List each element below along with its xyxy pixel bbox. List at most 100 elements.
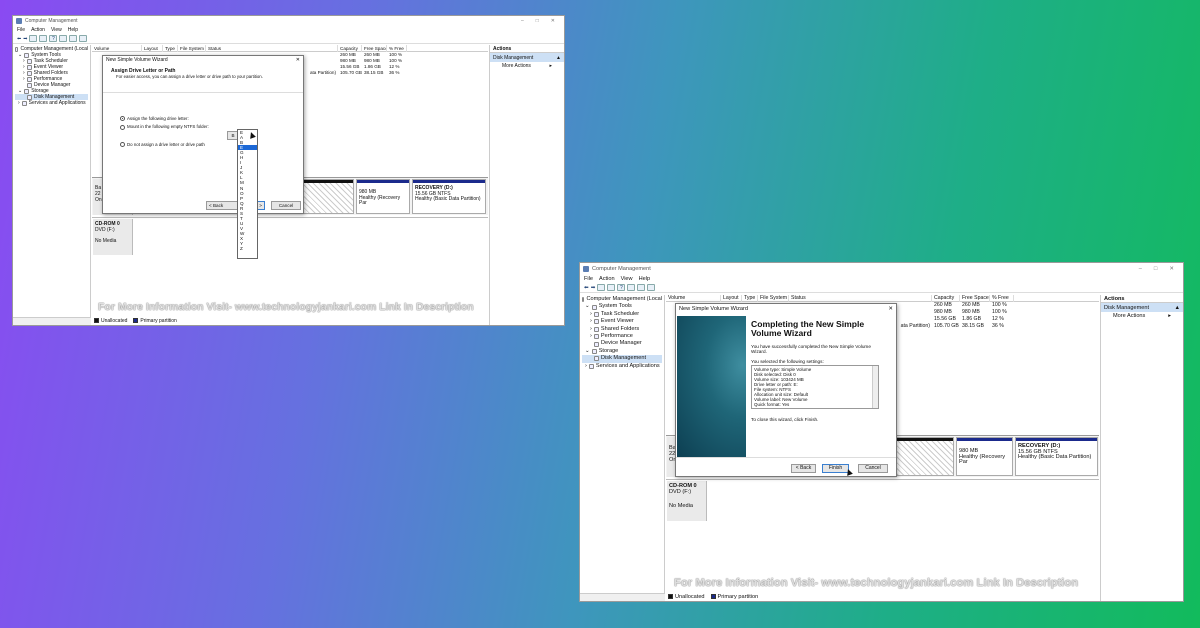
close-button[interactable]: ✕ — [551, 18, 555, 24]
menu-file[interactable]: File — [584, 276, 593, 282]
recovery-partition[interactable]: 980 MB Healthy (Recovery Par — [356, 179, 410, 214]
window-title: Computer Management — [25, 18, 78, 24]
list-view-icon[interactable] — [647, 284, 656, 291]
radio-assign-letter[interactable] — [120, 116, 125, 122]
action-disk-management[interactable]: Disk Management ▲ — [1101, 303, 1183, 312]
chevron-right-icon: › — [23, 76, 25, 82]
computer-management-window-1: Computer Management – □ ✕ File Action Vi… — [12, 15, 565, 326]
cdrom-label[interactable]: CD-ROM 0 DVD (F:) No Media — [667, 481, 707, 521]
up-folder-icon[interactable] — [29, 35, 38, 42]
col-type[interactable]: Type — [742, 294, 758, 302]
forward-arrow-icon[interactable]: ➡ — [591, 285, 596, 291]
menu-view[interactable]: View — [51, 27, 62, 33]
primary-partition-swatch — [710, 594, 716, 600]
maximize-button[interactable]: □ — [536, 18, 539, 24]
window-title: Computer Management — [592, 265, 651, 272]
dialog-close-icon[interactable]: ✕ — [296, 56, 300, 65]
col-status[interactable]: Status — [789, 294, 932, 302]
tree-item-services-and-applications[interactable]: › Services and Applications — [582, 363, 662, 370]
menu-action[interactable]: Action — [599, 276, 615, 282]
menu-action[interactable]: Action — [31, 27, 45, 33]
tree-item-system-tools[interactable]: ⌄ System Tools — [582, 303, 662, 310]
list-view-icon[interactable] — [79, 35, 88, 42]
maximize-button[interactable]: □ — [1154, 266, 1157, 272]
cdrom-label[interactable]: CD-ROM 0 DVD (F:) No Media — [93, 219, 133, 255]
col-free-space[interactable]: Free Space — [362, 44, 387, 52]
settings-summary-box[interactable]: Volume type: Simple Volume Disk selected… — [751, 364, 879, 409]
back-button[interactable]: < Back — [791, 464, 816, 473]
menu-help[interactable]: Help — [68, 27, 78, 33]
col-file-system[interactable]: File System — [758, 294, 789, 302]
tree-horizontal-scrollbar[interactable] — [580, 593, 665, 601]
radio-no-letter[interactable] — [120, 142, 125, 148]
col-layout[interactable]: Layout — [721, 294, 742, 302]
unallocated-partition[interactable] — [892, 437, 954, 476]
tree-item-task-scheduler[interactable]: › Task Scheduler — [582, 311, 662, 318]
option-assign-letter[interactable]: Assign the following drive letter: — [120, 116, 209, 122]
menu-view[interactable]: View — [621, 276, 633, 282]
col-file-system[interactable]: File System — [178, 44, 206, 52]
forward-arrow-icon[interactable]: ➡ — [23, 36, 27, 42]
option-no-letter[interactable]: Do not assign a drive letter or drive pa… — [120, 142, 209, 148]
data-partition-d[interactable]: RECOVERY (D:) 15.56 GB NTFS Healthy (Bas… — [412, 179, 486, 214]
col-layout[interactable]: Layout — [142, 44, 163, 52]
col-percent-free[interactable]: % Free — [387, 44, 407, 52]
col-free-space[interactable]: Free Space — [960, 294, 990, 302]
tree-item-performance[interactable]: › Performance — [582, 333, 662, 340]
action-disk-management[interactable]: Disk Management ▲ — [490, 53, 564, 62]
cancel-button[interactable]: Cancel — [271, 201, 301, 210]
menu-help[interactable]: Help — [639, 276, 651, 282]
col-volume[interactable]: Volume — [666, 294, 721, 302]
close-button[interactable]: ✕ — [1169, 266, 1174, 272]
settings-scrollbar[interactable] — [872, 365, 878, 408]
tree-item-disk-management[interactable]: Disk Management — [582, 355, 662, 363]
option-mount-folder[interactable]: Mount in the following empty NTFS folder… — [120, 124, 209, 130]
cancel-button[interactable]: Cancel — [858, 464, 888, 473]
properties-icon[interactable] — [627, 284, 636, 291]
drive-letter-dropdown-list[interactable]: E A B E G H I J K L M N O P Q R S T U V … — [237, 129, 258, 259]
col-capacity[interactable]: Capacity — [932, 294, 960, 302]
show-hide-tree-icon[interactable] — [607, 284, 616, 291]
tree-item-device-manager[interactable]: Device Manager — [582, 340, 662, 347]
dialog-close-icon[interactable]: ✕ — [888, 304, 893, 314]
tree-item-storage[interactable]: ⌄ Storage — [582, 348, 662, 355]
performance-icon — [593, 334, 599, 340]
minimize-button[interactable]: – — [521, 18, 524, 24]
cdrom-row: CD-ROM 0 DVD (F:) No Media — [92, 217, 488, 255]
actions-header: Actions — [490, 45, 564, 53]
back-arrow-icon[interactable]: ⬅ — [584, 285, 589, 291]
col-percent-free[interactable]: % Free — [990, 294, 1014, 302]
connect-icon[interactable] — [69, 35, 78, 42]
tree-item-services-and-applications[interactable]: › Services and Applications — [15, 100, 88, 106]
drive-letter-option[interactable]: Z — [240, 246, 257, 251]
tree-item-event-viewer[interactable]: › Event Viewer — [582, 318, 662, 325]
chevron-right-icon: ▸ — [1168, 313, 1171, 319]
watermark: For More Information Visit- www.technolo… — [674, 577, 1079, 589]
menu-file[interactable]: File — [17, 27, 25, 33]
minimize-button[interactable]: – — [1139, 266, 1142, 272]
properties-icon[interactable] — [59, 35, 68, 42]
computer-management-window-2: Computer Management – □ ✕ File Action Vi… — [579, 262, 1184, 602]
tree-horizontal-scrollbar[interactable] — [13, 317, 91, 325]
back-arrow-icon[interactable]: ⬅ — [17, 36, 21, 42]
connect-icon[interactable] — [637, 284, 646, 291]
action-more-actions[interactable]: More Actions ▸ — [1101, 312, 1183, 320]
computer-icon — [582, 297, 585, 303]
radio-mount-folder[interactable] — [120, 124, 125, 130]
help-icon[interactable]: ? — [617, 284, 626, 291]
tree-item-shared-folders[interactable]: › Shared Folders — [582, 326, 662, 333]
tree-item-computer-management[interactable]: Computer Management (Local — [582, 296, 662, 303]
dialog-title: New Simple Volume Wizard — [106, 57, 168, 63]
recovery-partition[interactable]: 980 MB Healthy (Recovery Par — [956, 437, 1013, 476]
col-capacity[interactable]: Capacity — [338, 44, 362, 52]
data-partition-d[interactable]: RECOVERY (D:) 15.56 GB NTFS Healthy (Bas… — [1015, 437, 1098, 476]
action-more-actions[interactable]: More Actions ▸ — [490, 62, 564, 70]
show-hide-tree-icon[interactable] — [39, 35, 48, 42]
console-tree: Computer Management (Local ⌄ System Tools… — [13, 45, 91, 317]
col-type[interactable]: Type — [163, 44, 178, 52]
help-icon[interactable]: ? — [49, 35, 58, 42]
actions-pane: Actions Disk Management ▲ More Actions ▸ — [489, 45, 564, 325]
col-status[interactable]: Status — [206, 44, 338, 52]
col-volume[interactable]: Volume — [92, 44, 142, 52]
up-folder-icon[interactable] — [597, 284, 606, 291]
